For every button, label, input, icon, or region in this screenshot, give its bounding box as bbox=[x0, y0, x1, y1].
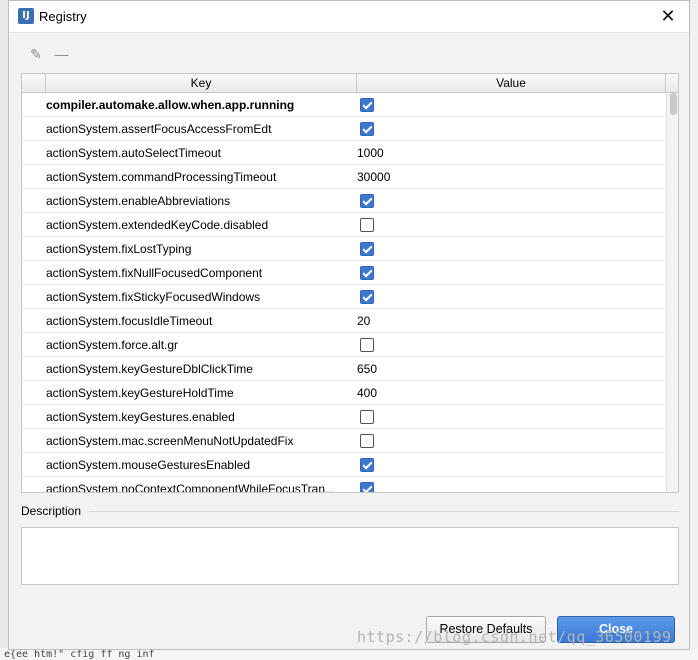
table-row[interactable]: actionSystem.mac.screenMenuNotUpdatedFix bbox=[22, 429, 666, 453]
table-row[interactable]: actionSystem.keyGestures.enabled bbox=[22, 405, 666, 429]
header-gap bbox=[22, 74, 46, 92]
table-header: Key Value bbox=[22, 74, 678, 93]
row-key: compiler.automake.allow.when.app.running bbox=[46, 98, 295, 112]
row-key: actionSystem.autoSelectTimeout bbox=[46, 146, 221, 160]
vertical-scrollbar[interactable] bbox=[666, 93, 678, 492]
table-row[interactable]: actionSystem.noContextComponentWhileFocu… bbox=[22, 477, 666, 493]
value-checkbox[interactable] bbox=[360, 482, 374, 492]
table-row[interactable]: actionSystem.keyGestureDblClickTime 650 bbox=[22, 357, 666, 381]
row-key: actionSystem.focusIdleTimeout bbox=[46, 314, 213, 328]
value-checkbox[interactable] bbox=[360, 194, 374, 208]
row-key: actionSystem.noContextComponentWhileFocu… bbox=[46, 482, 336, 493]
table-row[interactable]: actionSystem.fixLostTyping bbox=[22, 237, 666, 261]
row-key: actionSystem.mac.screenMenuNotUpdatedFix bbox=[46, 434, 294, 448]
window-title: Registry bbox=[39, 9, 87, 24]
value-checkbox[interactable] bbox=[360, 242, 374, 256]
row-key: actionSystem.keyGestures.enabled bbox=[46, 410, 235, 424]
table-row[interactable]: actionSystem.fixStickyFocusedWindows bbox=[22, 285, 666, 309]
row-key: actionSystem.mouseGesturesEnabled bbox=[46, 458, 251, 472]
row-key: actionSystem.force.alt.gr bbox=[46, 338, 179, 352]
minus-icon[interactable]: — bbox=[52, 45, 70, 63]
watermark-text: https://blog.csdn.net/qq_36500199 bbox=[357, 628, 672, 646]
table-row[interactable]: actionSystem.enableAbbreviations bbox=[22, 189, 666, 213]
table-row[interactable]: actionSystem.force.alt.gr bbox=[22, 333, 666, 357]
table-row[interactable]: actionSystem.mouseGesturesEnabled bbox=[22, 453, 666, 477]
value-checkbox[interactable] bbox=[360, 410, 374, 424]
registry-dialog: IJ Registry ✕ ✎ — Key Value compiler.aut… bbox=[8, 0, 690, 650]
registry-table: Key Value compiler.automake.allow.when.a… bbox=[21, 73, 679, 493]
intellij-app-icon: IJ bbox=[18, 8, 34, 24]
row-value[interactable]: 30000 bbox=[357, 165, 390, 189]
value-checkbox[interactable] bbox=[360, 98, 374, 112]
table-row[interactable]: actionSystem.extendedKeyCode.disabled bbox=[22, 213, 666, 237]
table-row[interactable]: actionSystem.fixNullFocusedComponent bbox=[22, 261, 666, 285]
row-key: actionSystem.commandProcessingTimeout bbox=[46, 170, 277, 184]
row-key: actionSystem.keyGestureHoldTime bbox=[46, 386, 234, 400]
table-body: compiler.automake.allow.when.app.running… bbox=[22, 93, 666, 493]
row-key: actionSystem.fixNullFocusedComponent bbox=[46, 266, 263, 280]
table-row[interactable]: compiler.automake.allow.when.app.running bbox=[22, 93, 666, 117]
value-checkbox[interactable] bbox=[360, 434, 374, 448]
table-row[interactable]: actionSystem.assertFocusAccessFromEdt bbox=[22, 117, 666, 141]
edit-icon[interactable]: ✎ bbox=[27, 45, 45, 63]
value-checkbox[interactable] bbox=[360, 122, 374, 136]
value-checkbox[interactable] bbox=[360, 458, 374, 472]
value-checkbox[interactable] bbox=[360, 218, 374, 232]
row-key: actionSystem.assertFocusAccessFromEdt bbox=[46, 122, 272, 136]
value-checkbox[interactable] bbox=[360, 338, 374, 352]
close-window-icon[interactable]: ✕ bbox=[657, 5, 679, 27]
table-row[interactable]: actionSystem.keyGestureHoldTime 400 bbox=[22, 381, 666, 405]
row-value[interactable]: 1000 bbox=[357, 141, 384, 165]
table-row[interactable]: actionSystem.commandProcessingTimeout 300… bbox=[22, 165, 666, 189]
row-key: actionSystem.extendedKeyCode.disabled bbox=[46, 218, 269, 232]
row-value[interactable]: 650 bbox=[357, 357, 377, 381]
value-checkbox[interactable] bbox=[360, 290, 374, 304]
table-row[interactable]: actionSystem.autoSelectTimeout 1000 bbox=[22, 141, 666, 165]
row-key: actionSystem.keyGestureDblClickTime bbox=[46, 362, 253, 376]
row-value[interactable]: 20 bbox=[357, 309, 370, 333]
description-separator bbox=[89, 511, 679, 512]
row-key: actionSystem.fixLostTyping bbox=[46, 242, 192, 256]
title-bar: IJ Registry ✕ bbox=[9, 1, 689, 33]
row-key: actionSystem.fixStickyFocusedWindows bbox=[46, 290, 261, 304]
registry-toolbar: ✎ — bbox=[27, 45, 74, 65]
description-label: Description bbox=[21, 504, 82, 518]
value-checkbox[interactable] bbox=[360, 266, 374, 280]
column-header-value[interactable]: Value bbox=[357, 74, 666, 92]
row-key: actionSystem.enableAbbreviations bbox=[46, 194, 231, 208]
header-corner bbox=[666, 74, 678, 92]
table-row[interactable]: actionSystem.focusIdleTimeout 20 bbox=[22, 309, 666, 333]
scrollbar-thumb[interactable] bbox=[670, 93, 677, 115]
background-code-text: e{ee htm!" cfig ff ng inf bbox=[4, 649, 155, 660]
description-box bbox=[21, 527, 679, 585]
column-header-key[interactable]: Key bbox=[46, 74, 357, 92]
row-value[interactable]: 400 bbox=[357, 381, 377, 405]
